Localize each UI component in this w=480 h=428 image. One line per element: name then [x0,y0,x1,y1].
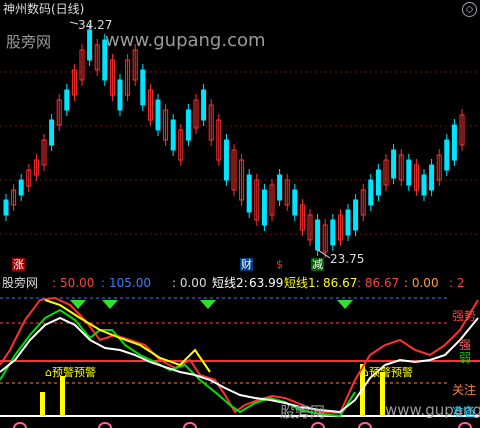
alert-label: 预警 [51,366,74,379]
indicator-value-5: : 0.00 [404,276,439,290]
short1-value: 86.67 [323,276,358,290]
yuan-marker: $ [276,258,283,271]
short2-value: 63.99 [249,276,284,290]
zone-label-strong: 强 [459,338,472,352]
indicator-value-6: : 2 [449,276,465,290]
zone-label-watch: 关注 [452,383,477,397]
diamond-marker [337,300,353,309]
low-price-label: 23.75 [330,252,365,266]
alert-label: 预警 [73,366,96,379]
zone-label-strong-trend: 强势 [452,309,477,323]
watermark-url-bottom: www.gupang.com [385,401,480,419]
watermark-url: www.gupang.com [105,30,266,51]
watermark-left: 股旁网 [6,33,52,51]
zhang-marker: 涨 [12,258,25,271]
short2-label: 短线2: [212,276,248,290]
signal-bar [40,392,45,416]
indicator-value-2: 105.00 [109,276,151,290]
indicator-value-4: : 86.67 [357,276,400,290]
indicator-value-1: 50.00 [60,276,95,290]
watermark-left-bottom: 股旁网 [280,403,326,421]
arc-marker [358,422,372,428]
arc-marker [311,422,325,428]
circle-icon[interactable]: ◇ [462,2,477,17]
signal-bar [60,376,65,416]
zone-label-weak: 弱 [459,351,472,365]
alert-label: 预警 [368,366,391,379]
jian-marker: 减 [311,258,324,271]
arc-marker [458,422,472,428]
indicator-name[interactable]: 股旁网 [2,276,38,290]
short-line-1 [0,296,479,415]
alert-label: 预警 [390,366,413,379]
diamond-marker [200,300,216,309]
indicator-value-3: : 0.00 [172,276,207,290]
short-line-2 [0,316,479,414]
arc-marker [98,422,112,428]
indicator-panel[interactable] [0,0,480,428]
window-title: 神州数码(日线) [3,2,85,16]
stock-chart-window: 神州数码(日线) ◇ 股旁网 www.gupang.com 34.27 23.7… [0,0,480,428]
short1-label: 短线1: [284,276,320,290]
arc-marker [183,422,197,428]
arc-marker [13,422,27,428]
cai-marker: 财 [240,258,253,271]
high-price-label: 34.27 [78,18,113,32]
diamond-marker [102,300,118,309]
